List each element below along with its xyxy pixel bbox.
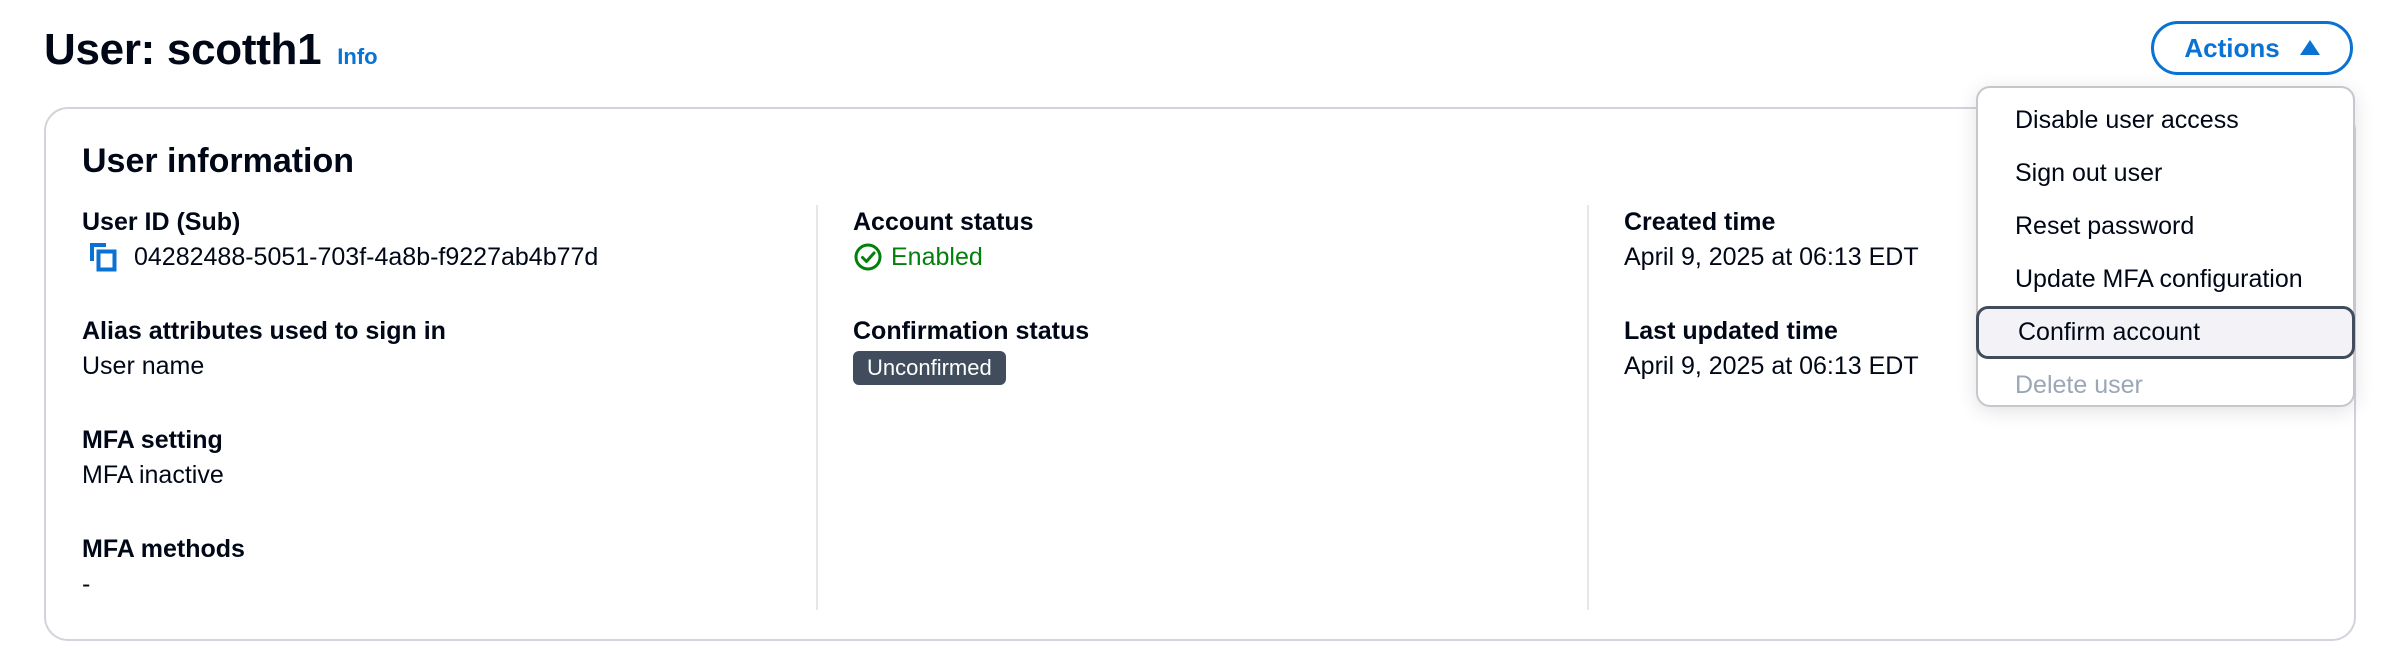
field-user-id: User ID (Sub) 04282488-5051-703f-4a8b-f9…: [82, 205, 822, 314]
info-link[interactable]: Info: [337, 44, 377, 70]
page-header: User: scotth1 Info: [44, 22, 378, 78]
panel-title: User information: [82, 142, 355, 180]
field-account-status: Account status Enabled: [853, 205, 1593, 314]
status-indicator: Enabled: [853, 239, 1593, 275]
field-label: MFA methods: [82, 535, 245, 563]
field-value: User name: [82, 352, 205, 380]
status-badge: Unconfirmed: [853, 351, 1006, 385]
field-value: -: [82, 570, 91, 598]
field-value-row: 04282488-5051-703f-4a8b-f9227ab4b77d: [82, 239, 822, 275]
menu-item-disable-user-access[interactable]: Disable user access: [1978, 94, 2353, 147]
field-mfa-setting: MFA setting MFA inactive: [82, 423, 822, 532]
menu-item-sign-out-user[interactable]: Sign out user: [1978, 147, 2353, 200]
copy-icon[interactable]: [86, 240, 120, 274]
caret-up-icon: [2299, 39, 2320, 55]
info-column-2: Account status Enabled Confirmation stat…: [853, 205, 1593, 423]
account-status-value: Enabled: [891, 243, 983, 271]
menu-item-confirm-account[interactable]: Confirm account: [1976, 306, 2355, 359]
info-column-1: User ID (Sub) 04282488-5051-703f-4a8b-f9…: [82, 205, 822, 641]
user-id-value: 04282488-5051-703f-4a8b-f9227ab4b77d: [134, 243, 599, 271]
check-circle-icon: [853, 242, 883, 272]
actions-dropdown-menu: Disable user access Sign out user Reset …: [1976, 86, 2355, 407]
field-label: Account status: [853, 208, 1034, 236]
field-value: MFA inactive: [82, 461, 224, 489]
page-title: User: scotth1: [44, 25, 322, 74]
field-mfa-methods: MFA methods -: [82, 532, 822, 641]
menu-item-reset-password[interactable]: Reset password: [1978, 200, 2353, 253]
actions-button-label: Actions: [2184, 32, 2280, 63]
field-alias-attributes: Alias attributes used to sign in User na…: [82, 314, 822, 423]
field-label: User ID (Sub): [82, 208, 241, 236]
menu-item-update-mfa-configuration[interactable]: Update MFA configuration: [1978, 253, 2353, 306]
field-label: MFA setting: [82, 426, 223, 454]
menu-item-delete-user: Delete user: [2015, 371, 2143, 399]
field-label: Confirmation status: [853, 317, 1090, 345]
field-confirmation-status: Confirmation status Unconfirmed: [853, 314, 1593, 423]
field-label: Alias attributes used to sign in: [82, 317, 446, 345]
actions-button[interactable]: Actions: [2151, 21, 2353, 75]
